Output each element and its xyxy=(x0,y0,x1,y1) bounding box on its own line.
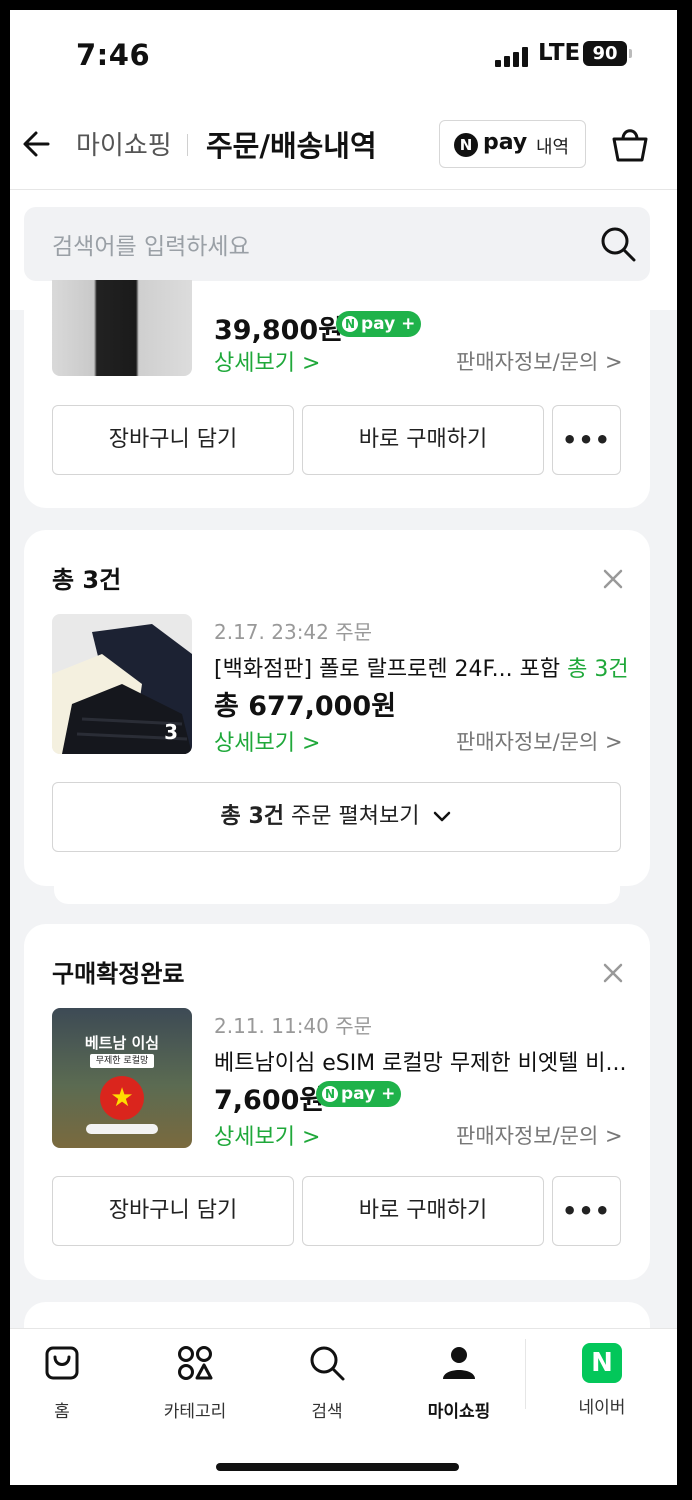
order-status-title: 구매확정완료 xyxy=(52,960,185,988)
seller-info-link[interactable]: 판매자정보/문의 > xyxy=(456,726,623,756)
close-icon[interactable] xyxy=(602,568,624,590)
battery-tip xyxy=(629,49,632,58)
detail-link[interactable]: 상세보기 > xyxy=(214,1119,320,1151)
phone-frame: 7:46 LTE 90 마이쇼핑 주문/배송내역 N pay 내역 검색어를 입… xyxy=(0,0,692,1500)
order-price: 39,800원 xyxy=(214,315,344,346)
product-name: 베트남이심 eSIM 로컬망 무제한 비엣텔 비... xyxy=(214,1051,627,1076)
nav-divider xyxy=(525,1339,526,1409)
order-card-2: 총 3건 3 2.17. 23:42 주문 [백화점판] 폴로 랄프로렌 24F… xyxy=(24,530,650,886)
person-icon xyxy=(443,1347,475,1379)
order-group-title: 총 3건 xyxy=(52,566,122,594)
more-options-button[interactable]: ••• xyxy=(552,1176,621,1246)
page-header: 마이쇼핑 주문/배송내역 N pay 내역 xyxy=(10,102,677,190)
nav-search-label: 검색 xyxy=(311,1402,343,1422)
nav-category-label: 카테고리 xyxy=(163,1402,227,1422)
product-thumbnail[interactable] xyxy=(52,280,192,376)
breadcrumb-my-shopping[interactable]: 마이쇼핑 xyxy=(76,125,172,162)
search-icon[interactable] xyxy=(599,225,637,263)
thumbnail-footer xyxy=(86,1124,158,1134)
home-indicator xyxy=(216,1463,459,1471)
add-to-cart-button[interactable]: 장바구니 담기 xyxy=(52,1176,294,1246)
order-card-3: 구매확정완료 베트남 이심 무제한 로컬망 ★ 2.11. 11:40 주문 베… xyxy=(24,924,650,1280)
product-name: [백화점판] 폴로 랄프로렌 24F... 포함 총 3건 xyxy=(214,657,629,682)
detail-link[interactable]: 상세보기 > xyxy=(214,725,320,757)
nav-category[interactable]: 카테고리 xyxy=(140,1343,250,1422)
page-title: 주문/배송내역 xyxy=(206,129,377,163)
vietnam-flag-icon: ★ xyxy=(100,1076,144,1120)
npay-plus-badge: Npay + xyxy=(316,1081,402,1107)
product-thumbnail[interactable]: 3 xyxy=(52,614,192,754)
product-count: 총 3건 xyxy=(567,657,629,682)
nav-home[interactable]: 홈 xyxy=(10,1343,117,1422)
search-input[interactable]: 검색어를 입력하세요 xyxy=(52,227,250,261)
order-price: 7,600원 xyxy=(214,1085,325,1116)
npay-history-button[interactable]: N pay 내역 xyxy=(439,120,586,168)
order-price: 총 677,000원 xyxy=(214,691,397,722)
bag-icon xyxy=(45,1346,79,1380)
nav-naver-label: 네이버 xyxy=(578,1398,626,1418)
product-thumbnail[interactable]: 베트남 이심 무제한 로컬망 ★ xyxy=(52,1008,192,1148)
status-bar: 7:46 LTE 90 xyxy=(10,10,677,102)
chevron-down-icon xyxy=(434,811,451,822)
seller-info-link[interactable]: 판매자정보/문의 > xyxy=(456,1120,623,1150)
buy-now-button[interactable]: 바로 구매하기 xyxy=(302,405,544,475)
stacked-card-edge xyxy=(54,886,620,904)
nav-naver[interactable]: N 네이버 xyxy=(547,1343,657,1418)
expand-orders-button[interactable]: 총 3건 주문 펼쳐보기 xyxy=(52,782,621,852)
back-arrow-icon[interactable] xyxy=(20,124,60,164)
expand-count: 총 3건 xyxy=(220,804,284,829)
seller-info-link[interactable]: 판매자정보/문의 > xyxy=(456,346,623,376)
npay-logo-icon: N xyxy=(454,133,478,157)
battery-icon: 90 xyxy=(583,41,627,66)
buy-now-button[interactable]: 바로 구매하기 xyxy=(302,1176,544,1246)
expand-label: 주문 펼쳐보기 xyxy=(291,804,420,829)
nav-my-shopping[interactable]: 마이쇼핑 xyxy=(404,1343,514,1422)
naver-logo-icon: N xyxy=(582,1343,622,1383)
screen: 7:46 LTE 90 마이쇼핑 주문/배송내역 N pay 내역 검색어를 입… xyxy=(10,10,677,1485)
cart-icon[interactable] xyxy=(608,122,652,166)
search-bar[interactable]: 검색어를 입력하세요 xyxy=(24,207,650,281)
order-card-1: 39,800원 Npay + 상세보기 > 판매자정보/문의 > 장바구니 담기… xyxy=(24,280,650,508)
npay-brand: pay xyxy=(483,130,528,155)
add-to-cart-button[interactable]: 장바구니 담기 xyxy=(52,405,294,475)
signal-icon xyxy=(495,47,529,67)
more-options-button[interactable]: ••• xyxy=(552,405,621,475)
detail-link[interactable]: 상세보기 > xyxy=(214,345,320,377)
category-icon xyxy=(178,1346,213,1380)
nav-search[interactable]: 검색 xyxy=(272,1343,382,1422)
close-icon[interactable] xyxy=(602,962,624,984)
thumbnail-title: 베트남 이심 xyxy=(84,1034,160,1052)
status-time: 7:46 xyxy=(76,38,151,72)
order-date: 2.11. 11:40 주문 xyxy=(214,1014,373,1038)
bottom-navigation: 홈 카테고리 검색 마이쇼핑 N 네이버 xyxy=(10,1328,677,1485)
network-label: LTE xyxy=(538,40,581,66)
thumbnail-subtitle: 무제한 로컬망 xyxy=(90,1054,154,1068)
breadcrumb-divider xyxy=(187,134,188,156)
nav-my-shopping-label: 마이쇼핑 xyxy=(427,1402,491,1422)
thumbnail-count-badge: 3 xyxy=(164,720,178,744)
order-date: 2.17. 23:42 주문 xyxy=(214,620,373,644)
search-icon xyxy=(310,1346,345,1381)
npay-history-label: 내역 xyxy=(536,137,570,158)
nav-home-label: 홈 xyxy=(54,1402,70,1422)
npay-plus-badge: Npay + xyxy=(336,311,422,337)
